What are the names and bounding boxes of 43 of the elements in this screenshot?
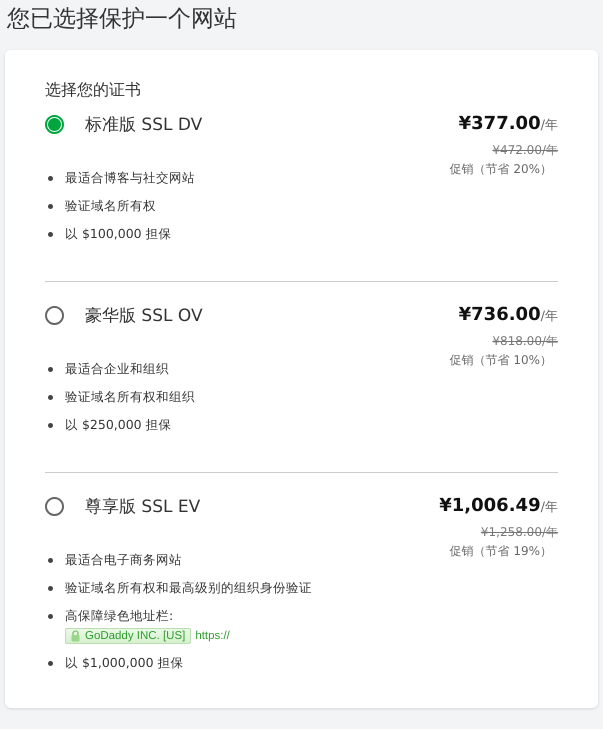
- bullet-icon: [48, 586, 53, 591]
- bullet-icon: [48, 367, 53, 372]
- promo-text: 促销（节省 19%）: [450, 543, 552, 560]
- price: ¥736.00: [458, 304, 541, 325]
- radio-button[interactable]: [45, 115, 64, 134]
- url-text: https://: [195, 630, 230, 642]
- bullet-icon: [48, 232, 53, 237]
- company-badge: GoDaddy INC. [US]: [65, 628, 192, 644]
- lock-icon: [71, 630, 80, 642]
- section-heading: 选择您的证书: [45, 80, 142, 101]
- bullet-icon: [48, 661, 53, 666]
- price-unit: /年: [540, 117, 558, 134]
- old-price: ¥1,258.00/年: [480, 524, 558, 541]
- promo-text: 促销（节省 20%）: [450, 161, 552, 178]
- bullet-icon: [48, 614, 53, 619]
- page-title: 您已选择保护一个网站: [6, 5, 238, 34]
- price-unit: /年: [540, 499, 558, 516]
- feature-text: 以 $250,000 担保: [65, 417, 172, 434]
- promo-text: 促销（节省 10%）: [450, 352, 552, 369]
- bullet-icon: [48, 423, 53, 428]
- feature-text: 高保障绿色地址栏:: [65, 608, 174, 625]
- feature-text: 最适合企业和组织: [65, 361, 169, 378]
- bullet-icon: [48, 395, 53, 400]
- feature-text: 验证域名所有权和组织: [65, 389, 195, 406]
- plan-name: 标准版 SSL DV: [85, 114, 202, 136]
- price: ¥377.00: [458, 113, 541, 134]
- price-unit: /年: [540, 308, 558, 325]
- bullet-icon: [48, 176, 53, 181]
- price: ¥1,006.49: [439, 495, 541, 516]
- feature-text: 验证域名所有权和最高级别的组织身份验证: [65, 580, 312, 597]
- radio-button[interactable]: [45, 306, 64, 325]
- plan-name: 尊享版 SSL EV: [85, 496, 200, 518]
- feature-text: 最适合电子商务网站: [65, 552, 182, 569]
- feature-text: 最适合博客与社交网站: [65, 170, 195, 187]
- feature-text: 以 $1,000,000 担保: [65, 655, 184, 672]
- feature-text: 以 $100,000 担保: [65, 226, 172, 243]
- bullet-icon: [48, 558, 53, 563]
- old-price: ¥472.00/年: [492, 142, 558, 159]
- old-price: ¥818.00/年: [492, 333, 558, 350]
- plan-name: 豪华版 SSL OV: [85, 305, 203, 327]
- radio-button[interactable]: [45, 497, 64, 516]
- bullet-icon: [48, 204, 53, 209]
- feature-text: 验证域名所有权: [65, 198, 156, 215]
